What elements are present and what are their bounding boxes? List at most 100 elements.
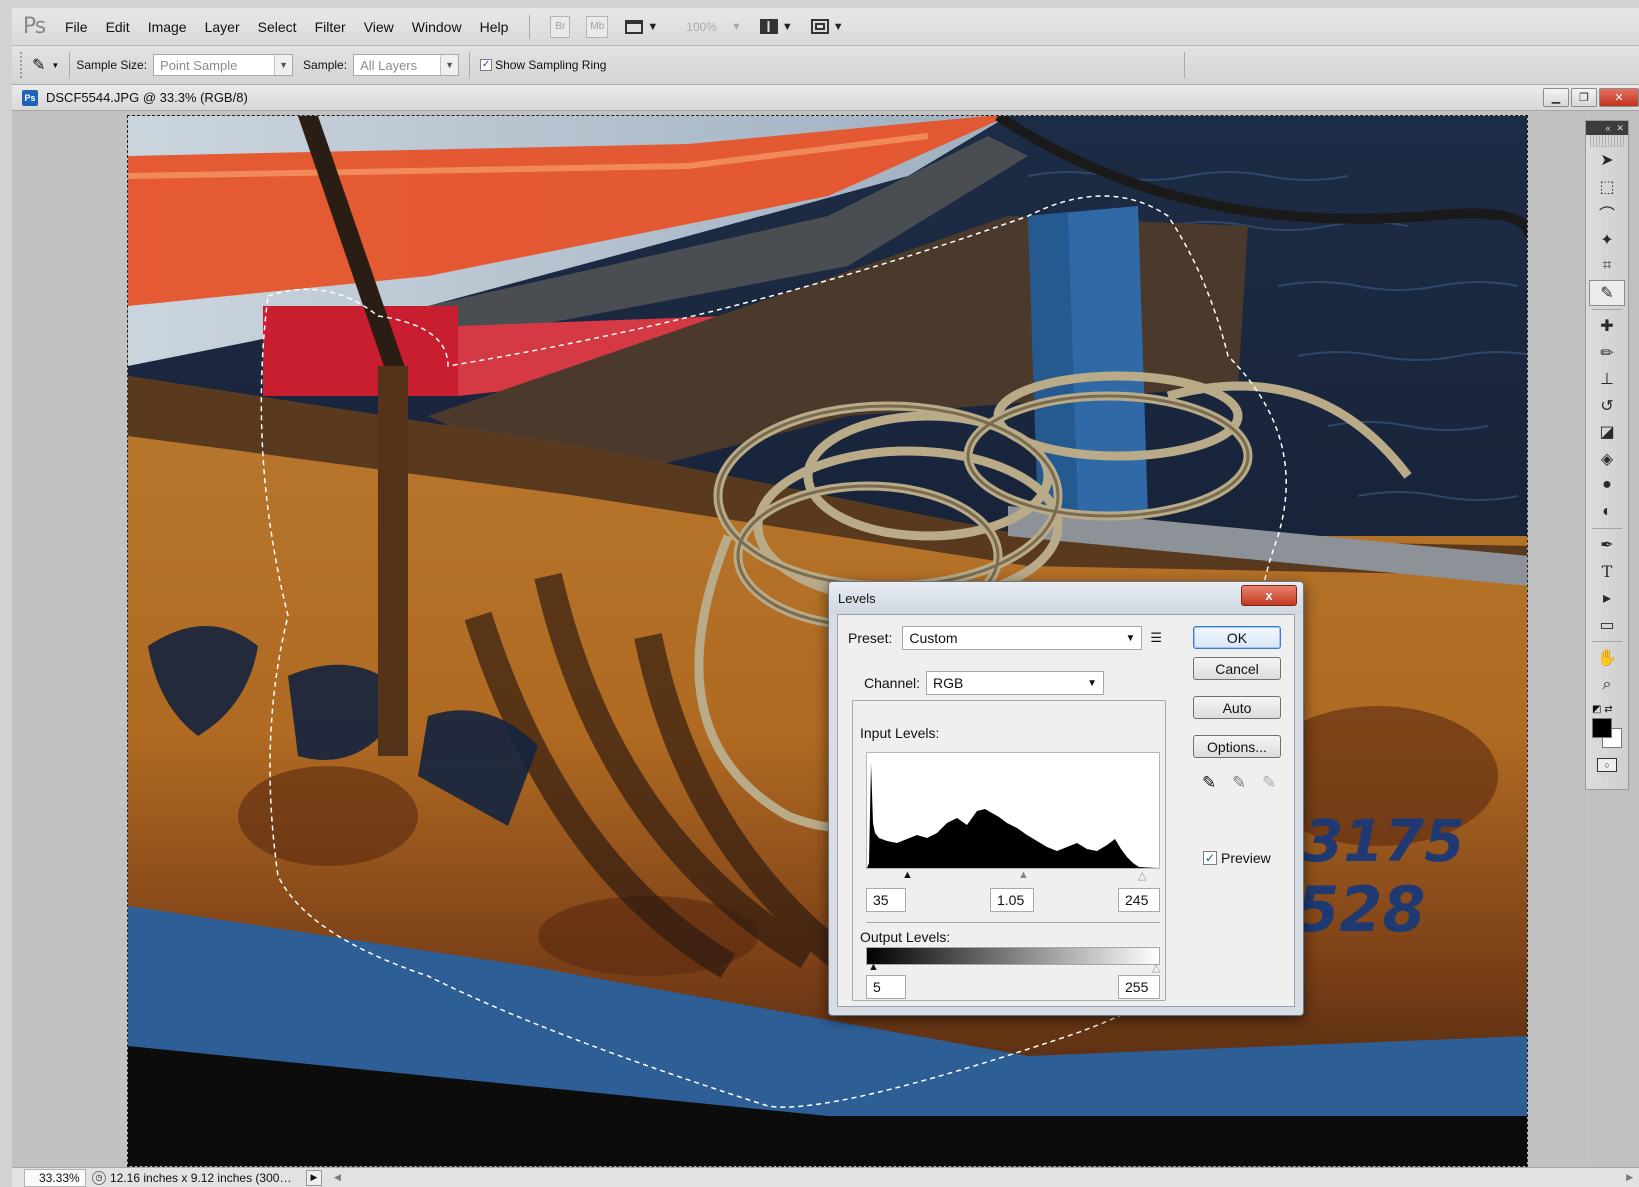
eyedropper-icon[interactable]: ✎ [1589,279,1625,306]
quick-select-icon[interactable]: ✦ [1586,227,1628,254]
type-icon[interactable]: T [1586,559,1628,586]
checkbox-check-icon: ✓ [480,59,493,71]
input-gamma-field[interactable]: 1.05 [990,888,1034,912]
menu-file[interactable]: File [56,19,97,35]
tools-panel-header[interactable]: « ✕ [1586,121,1628,135]
output-white-field[interactable]: 255 [1118,975,1160,999]
lasso-icon[interactable]: ⌒ [1586,200,1628,227]
tool-preset-picker[interactable]: ✎ ▼ [32,55,69,75]
zoom-level: 100% [686,19,717,34]
move-icon[interactable]: ➤ [1586,147,1628,174]
white-point-slider-icon[interactable]: △ [1138,869,1146,882]
dialog-titlebar[interactable]: Levels x [829,582,1303,614]
sample-layers-select[interactable]: All Layers ▼ [353,54,460,76]
gray-point-eyedropper-icon[interactable]: ✎ [1232,773,1246,793]
gamma-slider-icon[interactable]: ▲ [1018,869,1029,881]
dodge-icon[interactable]: ◐ [1586,499,1628,526]
screen-mode-button[interactable]: ▼ [810,19,844,34]
hand-icon[interactable]: ✋ [1586,645,1628,672]
document-title: DSCF5544.JPG @ 33.3% (RGB/8) [46,90,248,105]
shape-icon[interactable]: ▭ [1586,612,1628,639]
photoshop-window: Ps File Edit Image Layer Select Filter V… [0,0,1639,1187]
minimize-icon[interactable]: ▁ [1543,88,1569,107]
screen-mode-dropdown[interactable]: ▼ [625,19,658,34]
ok-button[interactable]: OK [1193,626,1281,649]
menu-edit[interactable]: Edit [97,19,139,35]
output-white-slider-icon[interactable]: △ [1152,961,1160,974]
chevron-down-icon: ▼ [832,20,844,33]
mini-bridge-button[interactable]: Mb [586,15,609,38]
chevron-down-icon: ▼ [730,20,742,33]
hull-number-top: 3175 [1303,807,1464,875]
zoom-icon[interactable]: ⌕ [1586,672,1628,699]
chevron-down-icon: ▼ [1087,678,1098,689]
blur-icon[interactable]: ● [1586,472,1628,499]
collapse-icon[interactable]: « [1605,123,1610,133]
menu-help[interactable]: Help [471,19,518,35]
menu-filter[interactable]: Filter [306,19,355,35]
preset-options-icon[interactable]: ☰ [1150,630,1162,646]
cancel-button[interactable]: Cancel [1193,657,1281,680]
canvas-area[interactable]: 3175 5528 [20,111,1590,1175]
black-point-eyedropper-icon[interactable]: ✎ [1202,773,1216,793]
bridge-button[interactable]: Br [550,15,571,38]
filmstrip-icon [625,19,644,34]
foreground-color-swatch[interactable] [1592,718,1612,738]
status-menu-arrow-icon[interactable]: ▶ [306,1169,322,1186]
menu-separator [529,14,531,39]
output-black-field[interactable]: 5 [866,975,906,999]
auto-button[interactable]: Auto [1193,696,1281,719]
crop-icon[interactable]: ⌗ [1586,253,1628,280]
output-black-slider-icon[interactable]: ▲ [868,961,879,973]
restore-icon[interactable]: ❐ [1571,88,1597,107]
path-select-icon[interactable]: ▸ [1586,585,1628,612]
chevron-down-icon: ▼ [781,20,793,33]
menu-window[interactable]: Window [403,19,471,35]
channel-select[interactable]: RGB ▼ [926,671,1105,695]
photoshop-logo: Ps [22,14,46,39]
sample-value: All Layers [360,57,418,73]
input-black-field[interactable]: 35 [866,888,906,912]
show-sampling-ring-checkbox[interactable]: ✓ Show Sampling Ring [480,58,606,72]
status-zoom-field[interactable]: 33.33% [24,1168,86,1187]
zoom-level-dropdown[interactable]: 100% ▼ [676,20,742,34]
document-tab[interactable]: Ps DSCF5544.JPG @ 33.3% (RGB/8) ▁ ❐ ✕ [12,85,1639,111]
brush-icon[interactable]: ✏ [1586,340,1628,367]
preview-checkbox[interactable]: ✓ Preview [1203,850,1271,866]
marquee-icon[interactable]: ⬚ [1586,174,1628,201]
menu-image[interactable]: Image [139,19,196,35]
dialog-title: Levels [838,590,876,606]
dialog-close-button[interactable]: x [1241,585,1297,606]
white-point-eyedropper-icon[interactable]: ✎ [1262,773,1276,793]
quick-mask-button[interactable]: ○ [1586,752,1628,778]
stamp-icon[interactable]: ⊥ [1586,366,1628,393]
scroll-left-icon[interactable]: ◀ [334,1172,341,1183]
chevron-down-icon: ▼ [274,55,293,75]
eraser-icon[interactable]: ◪ [1586,419,1628,446]
close-icon[interactable]: ✕ [1599,88,1639,107]
divider [1592,309,1622,310]
pen-icon[interactable]: ✒ [1586,532,1628,559]
close-icon[interactable]: ✕ [1616,123,1624,134]
input-levels-slider[interactable]: ▲ ▲ △ [866,869,1160,883]
preset-select[interactable]: Custom ▼ [902,626,1143,650]
tools-grip[interactable] [1590,135,1624,147]
status-bar: 33.33% ◷ 12.16 inches x 9.12 inches (300… [12,1167,1639,1187]
paint-bucket-icon[interactable]: ◈ [1586,446,1628,473]
menu-layer[interactable]: Layer [196,19,249,35]
options-button[interactable]: Options... [1193,735,1281,758]
menu-view[interactable]: View [355,19,403,35]
menu-select[interactable]: Select [249,19,306,35]
default-colors-icon[interactable]: ◩ ⇄ [1592,704,1613,715]
horizontal-scrollbar[interactable]: ◀ ▶ [328,1170,1639,1186]
input-white-field[interactable]: 245 [1118,888,1160,912]
black-point-slider-icon[interactable]: ▲ [902,869,913,881]
options-grip[interactable] [20,52,24,78]
doc-info-icon[interactable]: ◷ [92,1170,106,1185]
sample-size-select[interactable]: Point Sample ▼ [153,54,294,76]
healing-icon[interactable]: ✚ [1586,313,1628,340]
arrange-documents-dropdown[interactable]: ▼ [759,19,793,34]
scroll-right-icon[interactable]: ▶ [1626,1172,1633,1183]
history-brush-icon[interactable]: ↺ [1586,393,1628,420]
divider [469,52,471,78]
